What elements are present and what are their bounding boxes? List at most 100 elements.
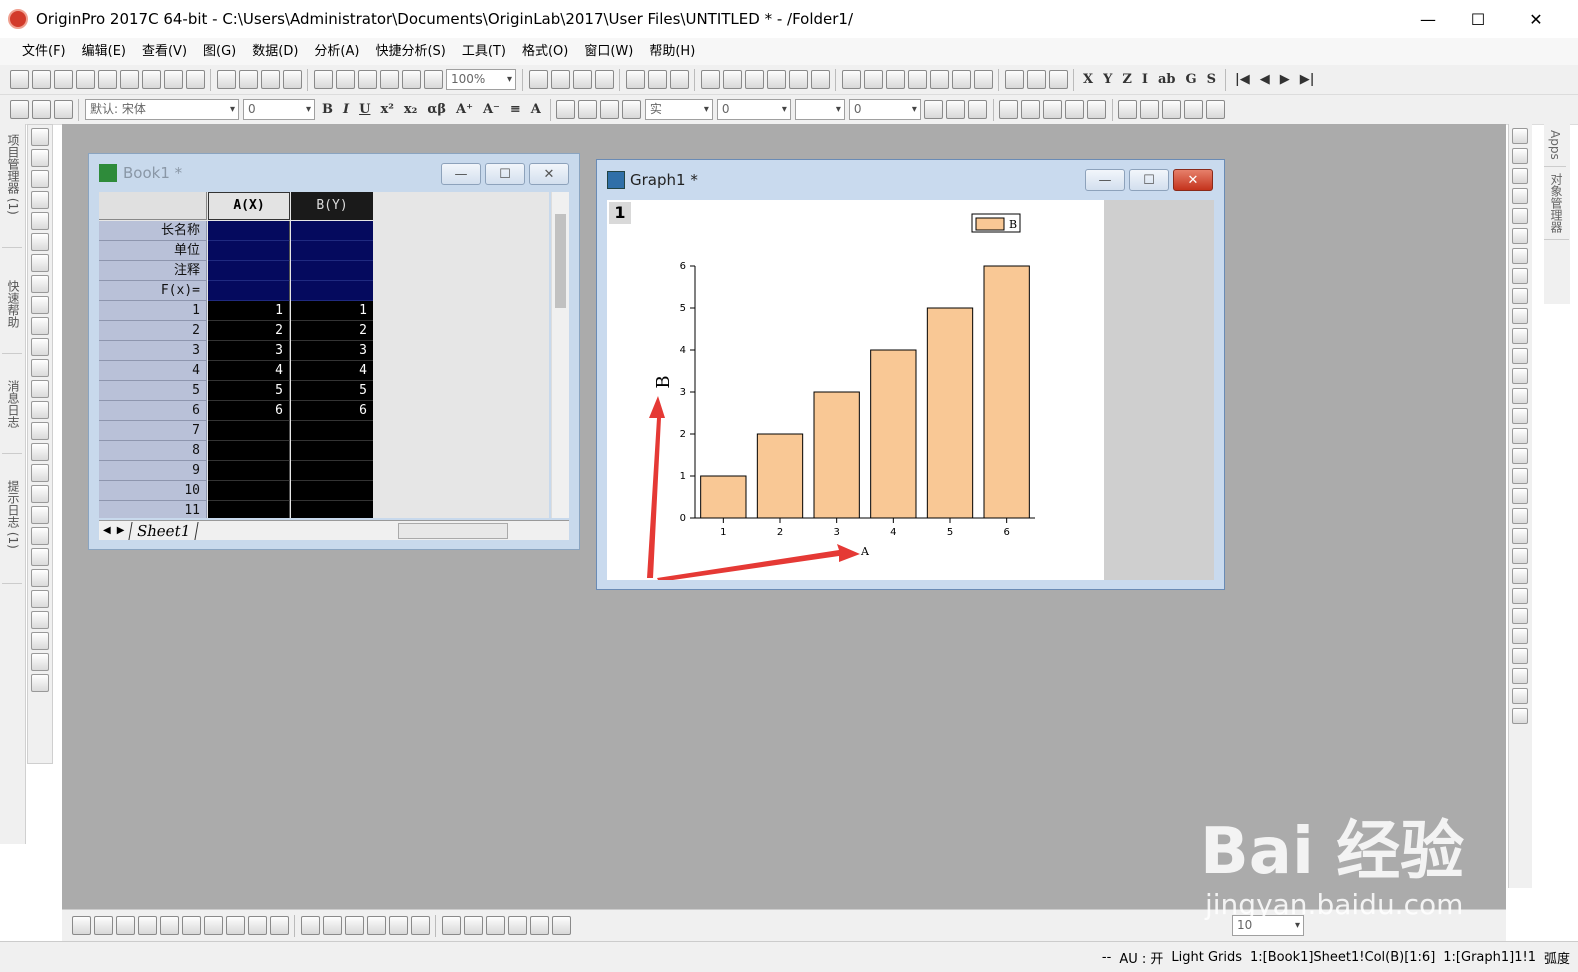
new-matrix-icon[interactable]: [97, 70, 117, 89]
frame-box-icon[interactable]: [1512, 388, 1528, 404]
menu-help[interactable]: 帮助(H): [641, 38, 703, 65]
greek-icon[interactable]: αβ: [427, 102, 446, 117]
rectangle-tool-icon[interactable]: [31, 401, 49, 419]
menu-quick-analysis[interactable]: 快捷分析(S): [367, 38, 453, 65]
graph-minimize-button[interactable]: —: [1085, 169, 1125, 191]
same-width-icon[interactable]: [1512, 568, 1528, 584]
set-y-icon[interactable]: Y: [1103, 72, 1112, 87]
align-right-icon[interactable]: [1512, 468, 1528, 484]
cell-col-a[interactable]: 4: [208, 361, 290, 381]
multi-panel-icon[interactable]: [159, 916, 179, 935]
script-window-icon[interactable]: [625, 70, 645, 89]
new-excel-icon[interactable]: [75, 70, 95, 89]
add-table-icon[interactable]: [766, 70, 786, 89]
new-project-icon[interactable]: [9, 70, 29, 89]
row-header[interactable]: 注释: [99, 261, 207, 281]
set-label-icon[interactable]: ab: [1158, 72, 1176, 87]
line-symbol-icon[interactable]: [115, 916, 135, 935]
cell-col-a[interactable]: [208, 261, 290, 281]
speed-mode-icon[interactable]: [1512, 228, 1528, 244]
last-sheet-icon[interactable]: ▶|: [1300, 72, 1315, 87]
import-wizard-icon[interactable]: [357, 70, 377, 89]
marker-icon[interactable]: [31, 590, 49, 608]
border-icon[interactable]: [946, 100, 966, 119]
sort-icon[interactable]: [885, 70, 905, 89]
row-header[interactable]: 1: [99, 301, 207, 321]
cell-col-a[interactable]: [208, 501, 290, 518]
histogram-icon[interactable]: [951, 70, 971, 89]
group-icon[interactable]: [1162, 100, 1182, 119]
set-z-icon[interactable]: Z: [1122, 72, 1132, 87]
filter-options-icon[interactable]: [1048, 70, 1068, 89]
circle-tool-icon[interactable]: [31, 548, 49, 566]
row-header[interactable]: F(x)=: [99, 281, 207, 301]
maximize-button[interactable]: ☐: [1458, 6, 1498, 32]
column-plot-icon[interactable]: [137, 916, 157, 935]
draw-data-icon[interactable]: [31, 275, 49, 293]
set-error-icon[interactable]: I: [1142, 72, 1148, 87]
worksheet-horizontal-scrollbar[interactable]: [397, 522, 508, 539]
object-front-icon[interactable]: [1118, 100, 1138, 119]
arrange-layers-icon[interactable]: [1512, 308, 1528, 324]
zoom-combo[interactable]: 100%: [446, 69, 516, 90]
paste-icon[interactable]: [53, 100, 73, 119]
sheet-prev-icon[interactable]: ◀: [103, 525, 111, 536]
increase-font-icon[interactable]: A⁺: [456, 102, 473, 117]
move-right-icon[interactable]: [1065, 100, 1085, 119]
cell-col-b[interactable]: 2: [291, 321, 373, 341]
ungroup-objects-icon[interactable]: [1512, 668, 1528, 684]
template-library-icon[interactable]: [269, 916, 289, 935]
object-back-icon[interactable]: [1140, 100, 1160, 119]
recalculate-icon[interactable]: [401, 70, 421, 89]
lines-icon[interactable]: [31, 527, 49, 545]
regional-mask-icon[interactable]: [31, 443, 49, 461]
frame-corner-icon[interactable]: [1512, 408, 1528, 424]
area-plot-icon[interactable]: [203, 916, 223, 935]
3d-wire-icon[interactable]: [322, 916, 342, 935]
close-button[interactable]: ✕: [1516, 6, 1556, 32]
new-folder-icon[interactable]: [31, 70, 51, 89]
new-function-icon[interactable]: [119, 70, 139, 89]
line-width-combo[interactable]: 0: [716, 99, 791, 120]
font-combo[interactable]: 默认: 宋体: [85, 99, 239, 120]
contour-icon[interactable]: [366, 916, 386, 935]
cell-col-a[interactable]: 3: [208, 341, 290, 361]
mask-icon[interactable]: [31, 254, 49, 272]
cell-col-a[interactable]: [208, 221, 290, 241]
stock-plot-icon[interactable]: [247, 916, 267, 935]
filter-icon[interactable]: [1004, 70, 1024, 89]
cell-col-b[interactable]: 5: [291, 381, 373, 401]
table-format-icon[interactable]: [968, 100, 988, 119]
bar-chart[interactable]: 0 1 2 3 4 5 6 1 2 3 4 5 6 A B B: [607, 200, 1104, 582]
color-combo[interactable]: [794, 99, 845, 120]
screen-reader-icon[interactable]: [31, 191, 49, 209]
image-icon[interactable]: [31, 653, 49, 671]
axis-icon[interactable]: [1512, 148, 1528, 164]
3d-bar-icon[interactable]: [344, 916, 364, 935]
unmerge-icon[interactable]: [1021, 100, 1041, 119]
axis-y-icon[interactable]: [1512, 188, 1528, 204]
line-tool-icon[interactable]: [31, 380, 49, 398]
row-header[interactable]: 2: [99, 321, 207, 341]
polar-plot-icon[interactable]: [225, 916, 245, 935]
equation-icon[interactable]: [31, 611, 49, 629]
insert-table-icon[interactable]: [31, 569, 49, 587]
command-window-icon[interactable]: [647, 70, 667, 89]
annotation-icon[interactable]: [31, 338, 49, 356]
menu-view[interactable]: 查看(V): [134, 38, 195, 65]
save-window-icon[interactable]: [282, 70, 302, 89]
hand-tool-icon[interactable]: [31, 422, 49, 440]
layer-number[interactable]: 1: [609, 202, 631, 224]
extract-layer-icon[interactable]: [1512, 288, 1528, 304]
align-top-icon[interactable]: [1512, 488, 1528, 504]
frame-left-icon[interactable]: [1512, 328, 1528, 344]
save-project-icon[interactable]: [260, 70, 280, 89]
minimize-button[interactable]: —: [1408, 6, 1448, 32]
scatter-plot-icon[interactable]: [93, 916, 113, 935]
first-sheet-icon[interactable]: |◀: [1235, 72, 1250, 87]
fit-icon[interactable]: [1512, 708, 1528, 724]
row-header[interactable]: 单位: [99, 241, 207, 261]
new-notes-icon[interactable]: [185, 70, 205, 89]
workbook-minimize-button[interactable]: —: [441, 163, 481, 185]
data-reader-icon[interactable]: [31, 212, 49, 230]
